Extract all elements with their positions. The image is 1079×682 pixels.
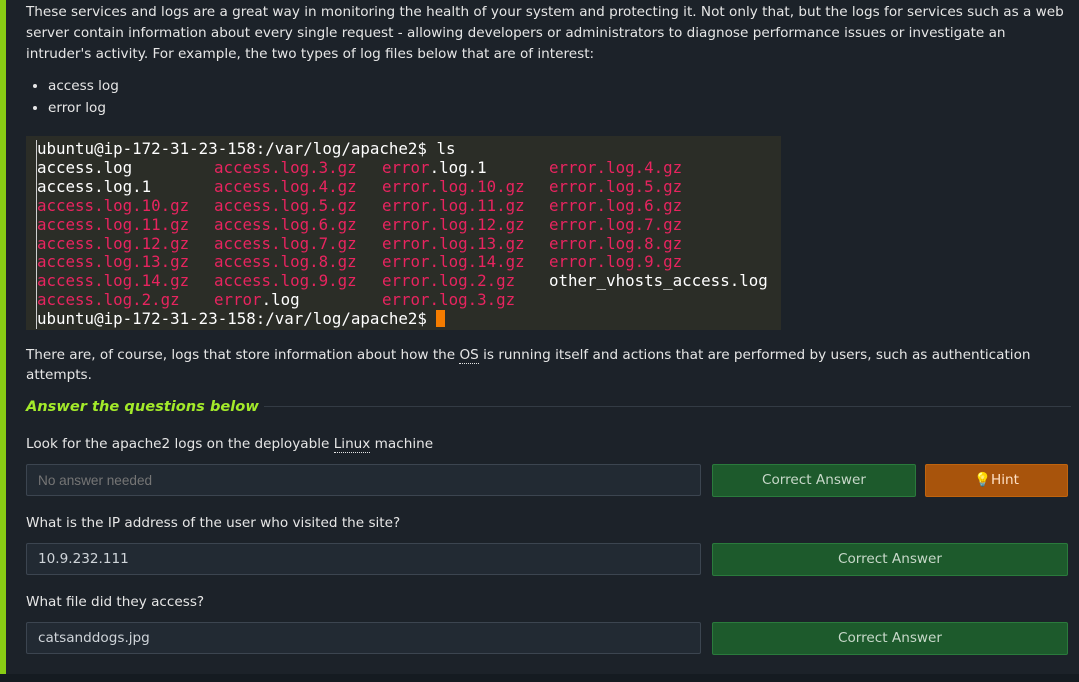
terminal-file-entry: access.log.3.gz [214,157,357,177]
terminal-prompt: ubuntu@ip-172-31-23-158:/var/log/apache2… [37,309,427,329]
task-bottom-border [0,674,1079,682]
terminal-file-entry: access.log.12.gz [37,233,190,253]
terminal-file-entry: error.log.9.gz [549,252,683,272]
terminal-file-entry: error.log.6.gz [549,195,683,215]
terminal-file-entry: access.log.10.gz [37,195,190,215]
terminal-file-entry: access.log.9.gz [214,271,357,291]
log-types-list: access log error log [26,75,1071,119]
terminal-file-entry: access.log.11.gz [37,214,190,234]
terminal-file-entry: error.log [214,290,300,310]
terminal-file-entry: access.log.7.gz [214,233,357,253]
list-item: access log [48,75,1071,97]
terminal-file-entry: access.log.13.gz [37,252,190,272]
os-logs-text: There are, of course, logs that store in… [26,347,460,363]
terminal-file-entry: error.log.11.gz [382,195,525,215]
file-listing: access.log access.log.3.gz error.log.1 erro… [37,157,781,310]
terminal-file-entry [549,291,781,310]
terminal-file-entry: access.log.14.gz [37,271,190,291]
terminal-cursor [436,310,446,328]
terminal-prompt-line: ubuntu@ip-172-31-23-158:/var/log/apache2… [37,309,781,329]
terminal-prompt: ubuntu@ip-172-31-23-158:/var/log/apache2… [37,139,427,158]
question-1: Look for the apache2 logs on the deploya… [26,436,434,453]
question-1-text: Look for the apache2 logs on the deploya… [26,436,334,452]
terminal-file-entry: error.log.8.gz [549,233,683,253]
answer-input-2[interactable]: 10.9.232.111 [26,543,701,575]
terminal-file-entry: error.log.12.gz [382,214,525,234]
terminal-screenshot: ubuntu@ip-172-31-23-158:/var/log/apache2… [26,136,781,330]
terminal-file-entry: error.log.5.gz [549,176,683,196]
terminal-file-entry: access.log.8.gz [214,252,357,272]
terminal-file-entry: error.log.7.gz [549,214,683,234]
os-logs-paragraph: There are, of course, logs that store in… [26,345,1071,385]
task-accent-bar [0,0,6,674]
correct-answer-button-3[interactable]: Correct Answer [712,622,1068,655]
terminal-file-entry: error.log.1 [382,157,487,177]
linux-abbreviation: Linux [333,436,371,453]
terminal-file-entry: error.log.13.gz [382,233,525,253]
question-1-text-end: machine [370,436,434,452]
terminal-file-entry: other_vhosts_access.log [549,271,768,291]
terminal-file-entry: access.log.6.gz [214,214,357,234]
hint-label: Hint [990,472,1019,488]
question-2: What is the IP address of the user who v… [26,515,401,531]
answer-input-1[interactable] [26,464,701,496]
terminal-file-entry: access.log.5.gz [214,195,357,215]
terminal-output: ubuntu@ip-172-31-23-158:/var/log/apache2… [36,139,781,330]
intro-paragraph: These services and logs are a great way … [26,4,1064,62]
terminal-file-entry: access.log.4.gz [214,176,357,196]
answer-section-title: Answer the questions below [26,398,259,415]
terminal-command: ls [436,139,456,158]
terminal-file-entry: access.log.2.gz [37,290,180,310]
correct-answer-button-2[interactable]: Correct Answer [712,543,1068,576]
terminal-file-entry: error.log.3.gz [382,290,516,310]
lightbulb-icon: 💡 [974,472,991,488]
terminal-file-entry: access.log [37,157,133,177]
terminal-file-entry: error.log.10.gz [382,176,525,196]
correct-answer-button-1[interactable]: Correct Answer [712,464,916,497]
terminal-file-entry: error.log.2.gz [382,271,516,291]
task-content: These services and logs are a great way … [26,0,1071,655]
terminal-file-entry: error.log.14.gz [382,252,525,272]
terminal-file-entry: access.log.1 [37,176,152,196]
answer-input-3[interactable]: catsanddogs.jpg [26,622,701,654]
divider [264,406,1071,407]
list-item: error log [48,97,1071,119]
os-abbreviation: OS [459,347,479,364]
terminal-file-entry: error.log.4.gz [549,157,683,177]
hint-button[interactable]: 💡Hint [925,464,1068,497]
answer-section-header: Answer the questions below [26,397,1071,417]
terminal-command-line: ubuntu@ip-172-31-23-158:/var/log/apache2… [37,139,781,159]
question-3: What file did they access? [26,594,205,610]
